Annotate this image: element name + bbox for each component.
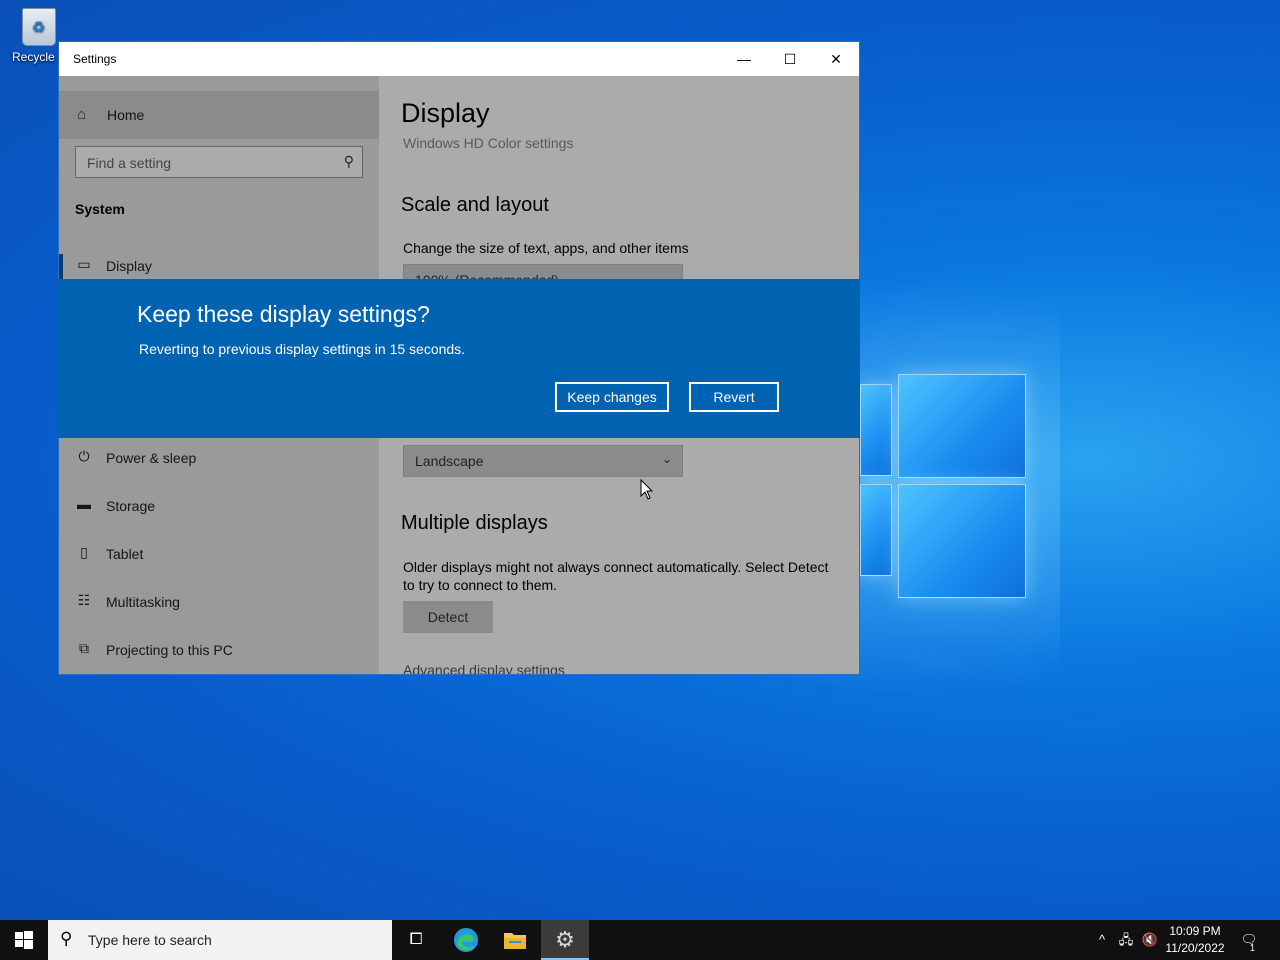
mouse-cursor-icon	[640, 479, 654, 500]
clock-date: 11/20/2022	[1165, 941, 1225, 955]
gear-icon: ⚙	[555, 927, 575, 952]
taskbar-clock[interactable]: 10:09 PM 11/20/2022	[1160, 923, 1230, 957]
task-view-icon: ⧠	[409, 931, 423, 948]
edge-browser-icon	[454, 928, 478, 952]
revert-button[interactable]: Revert	[689, 382, 779, 412]
search-icon: ⚲	[60, 929, 73, 948]
taskbar: ⚲ Type here to search ⧠ ⚙ ^ 🖧 🔇 10:09 PM…	[0, 920, 1280, 960]
network-icon: 🖧	[1118, 932, 1134, 947]
file-explorer-taskbar-button[interactable]	[491, 920, 539, 960]
maximize-button[interactable]: ☐	[767, 42, 813, 76]
close-button[interactable]: ✕	[813, 42, 859, 76]
taskbar-search-box[interactable]: ⚲ Type here to search	[48, 920, 392, 960]
volume-muted-icon: 🔇	[1141, 932, 1159, 947]
dialog-message: Reverting to previous display settings i…	[139, 341, 466, 357]
volume-tray-icon[interactable]: 🔇	[1139, 920, 1161, 960]
network-tray-icon[interactable]: 🖧	[1115, 920, 1137, 960]
taskbar-search-placeholder: Type here to search	[88, 932, 212, 948]
window-title: Settings	[73, 52, 117, 66]
windows-start-icon	[15, 931, 33, 949]
chevron-up-icon: ^	[1098, 932, 1106, 947]
settings-taskbar-button[interactable]: ⚙	[541, 920, 589, 960]
window-titlebar: Settings — ☐ ✕	[59, 42, 859, 76]
minimize-button[interactable]: —	[721, 42, 767, 76]
recycle-bin-icon: ♻	[22, 8, 56, 46]
windows-logo-wallpaper	[860, 362, 1030, 600]
clock-time: 10:09 PM	[1169, 924, 1221, 938]
action-center-button[interactable]: 🗨 1	[1234, 920, 1264, 960]
folder-icon	[504, 933, 526, 949]
show-hidden-icons-button[interactable]: ^	[1092, 920, 1112, 960]
keep-display-settings-dialog: Keep these display settings? Reverting t…	[58, 279, 860, 438]
task-view-button[interactable]: ⧠	[392, 920, 440, 960]
start-button[interactable]	[0, 920, 48, 960]
edge-taskbar-button[interactable]	[442, 920, 490, 960]
notification-count: 1	[1250, 943, 1256, 953]
keep-changes-button[interactable]: Keep changes	[555, 382, 669, 412]
dialog-title: Keep these display settings?	[137, 301, 430, 327]
